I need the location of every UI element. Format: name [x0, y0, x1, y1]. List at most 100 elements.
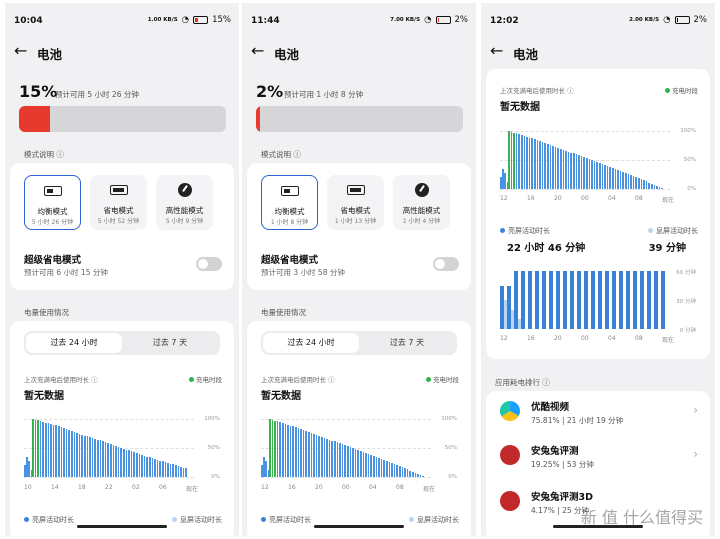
app-bar: ← 电池: [242, 39, 476, 67]
mode-time: 5 小时 9 分钟: [165, 218, 204, 225]
home-indicator[interactable]: [553, 525, 643, 528]
bar: [279, 422, 281, 477]
bar: [606, 165, 609, 189]
y-tick-label: 100%: [441, 416, 457, 422]
app-row-youku[interactable]: 优酷视频 75.81% | 21 小时 19 分钟 ›: [486, 391, 710, 435]
bar: [305, 431, 307, 477]
battery-icon: [280, 186, 299, 196]
tab-24h[interactable]: 过去 24 小时: [26, 333, 123, 353]
page-title: 电池: [37, 47, 63, 62]
tab-24h[interactable]: 过去 24 小时: [263, 333, 360, 353]
battery-chart: 100% 50% 0%: [500, 128, 696, 192]
super-saver-title: 超级省电模式: [24, 255, 82, 266]
bar: [584, 271, 588, 329]
bar: [94, 438, 96, 477]
back-arrow-icon[interactable]: ←: [490, 41, 503, 60]
app-row-antutu[interactable]: 安兔兔评测 19.25% | 53 分钟 ›: [486, 435, 710, 479]
charge-legend: 充电时段: [189, 374, 222, 384]
bar: [612, 167, 614, 189]
wifi-icon: ◔: [181, 15, 190, 25]
bar: [570, 152, 572, 189]
bar: [341, 444, 344, 477]
antutu-3d-icon: [500, 491, 520, 511]
bar: [380, 458, 383, 477]
x-tick-label: 12: [500, 335, 508, 342]
bar: [619, 271, 623, 329]
x-tick-label: 22: [105, 484, 113, 491]
x-tick-label: 16: [527, 335, 535, 342]
bar: [107, 442, 109, 477]
mode-performance[interactable]: 高性能模式 1 小时 4 分钟: [393, 175, 450, 230]
bar: [515, 133, 518, 189]
bar: [102, 441, 104, 477]
back-arrow-icon[interactable]: ←: [251, 41, 264, 60]
battery-chart: 100% 50% 0%: [24, 416, 220, 480]
modes-label[interactable]: 模式说明 ⓘ: [24, 149, 64, 160]
mode-saver[interactable]: 省电模式 1 小时 13 分钟: [327, 175, 384, 230]
bar: [541, 142, 544, 189]
x-axis: 12 16 20 00 04 08 现在: [500, 335, 696, 345]
x-tick-label: 04: [608, 335, 616, 342]
battery-status-text: 15%: [212, 15, 231, 25]
bar: [175, 465, 177, 477]
bar: [556, 271, 560, 329]
back-arrow-icon[interactable]: ←: [14, 41, 27, 60]
mode-time: 5 小时 52 分钟: [97, 218, 140, 225]
bar: [531, 138, 533, 189]
bar: [177, 466, 180, 477]
tab-7d[interactable]: 过去 7 天: [122, 333, 218, 353]
status-time: 10:04: [14, 16, 43, 26]
chevron-right-icon: ›: [693, 403, 698, 417]
x-tick-label: 现在: [662, 337, 675, 344]
bar: [292, 426, 294, 477]
usage-card: 过去 24 小时 过去 7 天 上次充满电后使用时长 ⓘ 充电时段 暂无数据 1…: [10, 321, 234, 536]
status-bar: 11:44 7.00 KB/S ◔ 2%: [242, 3, 476, 33]
bar: [167, 462, 169, 477]
bar: [331, 440, 333, 477]
screen-off-value: 39 分钟: [648, 243, 686, 254]
y-tick-label: 30 分钟: [676, 299, 696, 305]
home-indicator[interactable]: [314, 525, 404, 528]
x-tick-label: 00: [581, 195, 589, 202]
bar-series: [500, 271, 675, 329]
charge-legend: 充电时段: [426, 374, 459, 384]
tab-7d[interactable]: 过去 7 天: [359, 333, 455, 353]
battery-chart: 100% 50% 0%: [261, 416, 457, 480]
wifi-icon: ◔: [663, 15, 671, 25]
mode-performance[interactable]: 高性能模式 5 小时 9 分钟: [156, 175, 213, 230]
mode-balanced[interactable]: 均衡模式 1 小时 8 分钟: [261, 175, 318, 230]
super-saver-toggle[interactable]: [433, 257, 459, 271]
network-speed: 2.00 KB/S: [629, 16, 660, 23]
bar: [645, 181, 648, 189]
mode-time: 1 小时 4 分钟: [402, 218, 441, 225]
modes-label[interactable]: 模式说明 ⓘ: [261, 149, 301, 160]
mode-balanced[interactable]: 均衡模式 5 小时 26 分钟: [24, 175, 81, 230]
bar: [52, 424, 55, 477]
bar: [583, 157, 585, 189]
legend-screen-off: 息屏活动时长: [409, 515, 459, 525]
bar: [588, 159, 591, 189]
bar: [133, 452, 135, 477]
bar: [406, 469, 409, 477]
y-tick-label: 50%: [683, 157, 696, 163]
home-indicator[interactable]: [77, 525, 167, 528]
app-ranking-title: 应用耗电排行 ⓘ: [495, 378, 550, 387]
super-saver-toggle[interactable]: [196, 257, 222, 271]
bar: [554, 146, 557, 189]
mode-saver[interactable]: 省电模式 5 小时 52 分钟: [90, 175, 147, 230]
bar: [110, 443, 112, 477]
bar: [612, 271, 616, 329]
bar: [604, 164, 606, 189]
bar: [393, 464, 396, 477]
bar: [295, 427, 297, 477]
bar: [117, 446, 120, 477]
bar: [562, 149, 565, 189]
bar: [104, 442, 107, 477]
grid-line: [500, 189, 670, 190]
x-tick-label: 14: [51, 484, 59, 491]
usage-label: 电量使用情况: [24, 308, 69, 317]
bar: [65, 428, 68, 477]
bar: [37, 420, 39, 477]
bar: [58, 426, 60, 477]
bar: [310, 432, 313, 477]
